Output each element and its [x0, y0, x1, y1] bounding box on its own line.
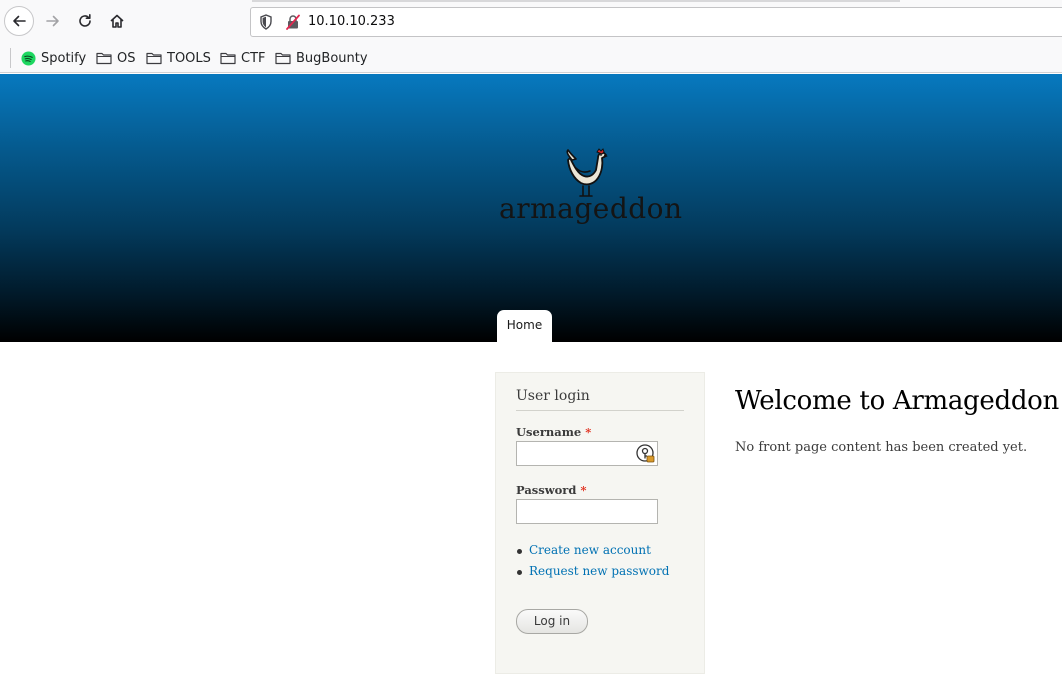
bookmarks-separator: [10, 48, 11, 68]
bookmark-tools[interactable]: TOOLS: [146, 49, 211, 67]
insecure-lock-icon[interactable]: [285, 14, 301, 30]
list-item: Create new account: [516, 543, 669, 564]
bookmark-bugbounty[interactable]: BugBounty: [275, 49, 368, 67]
reload-icon: [79, 14, 91, 27]
url-bar[interactable]: 10.10.10.233: [250, 7, 1062, 37]
bookmark-os[interactable]: OS: [96, 49, 135, 67]
bookmark-label: OS: [117, 50, 136, 66]
password-label-text: Password: [516, 483, 577, 497]
bookmark-label: BugBounty: [296, 50, 368, 66]
arrow-right-icon: [46, 15, 59, 27]
username-label: Username *: [516, 425, 591, 439]
forward-button[interactable]: [38, 6, 68, 36]
bookmark-label: CTF: [241, 50, 266, 66]
bookmark-spotify[interactable]: Spotify: [21, 49, 86, 67]
folder-icon: [96, 52, 112, 65]
bookmarks-bar: Spotify OS TOOLS CTF BugBounty: [0, 42, 1062, 73]
required-marker: *: [580, 483, 587, 497]
home-button[interactable]: [102, 6, 132, 36]
folder-icon: [220, 52, 236, 65]
page-title: Welcome to Armageddon: [735, 386, 1059, 416]
login-button[interactable]: Log in: [516, 609, 588, 634]
password-manager-icon[interactable]: [636, 444, 656, 464]
required-marker: *: [585, 425, 592, 439]
username-label-text: Username: [516, 425, 582, 439]
back-button[interactable]: [4, 6, 34, 36]
page-body-text: No front page content has been created y…: [735, 440, 1028, 455]
shield-icon[interactable]: [259, 14, 273, 30]
site-name[interactable]: armageddon: [499, 192, 682, 225]
bookmark-label: TOOLS: [167, 50, 211, 66]
folder-icon: [146, 52, 162, 65]
spotify-icon: [21, 50, 36, 66]
bookmark-ctf[interactable]: CTF: [220, 49, 266, 67]
site-header: armageddon Home: [0, 74, 1062, 342]
list-item: Request new password: [516, 564, 669, 585]
reload-button[interactable]: [70, 6, 100, 36]
url-text[interactable]: 10.10.10.233: [308, 14, 395, 29]
home-icon: [110, 14, 124, 28]
tab-strip-edge: [252, 0, 900, 2]
bullet: [517, 570, 522, 575]
password-input[interactable]: [516, 499, 658, 524]
folder-icon: [275, 52, 291, 65]
bookmark-label: Spotify: [41, 50, 87, 66]
login-block-title: User login: [516, 388, 684, 411]
username-input[interactable]: [516, 441, 658, 466]
arrow-left-icon: [13, 15, 26, 27]
request-password-link[interactable]: Request new password: [529, 564, 669, 578]
create-account-link[interactable]: Create new account: [529, 543, 651, 557]
bullet: [517, 549, 522, 554]
browser-toolbar: 10.10.10.233: [0, 0, 1062, 42]
tab-home[interactable]: Home: [497, 310, 552, 342]
user-login-block: User login Username * Password * Create …: [495, 372, 705, 674]
password-label: Password *: [516, 483, 586, 497]
login-links: Create new account Request new password: [516, 543, 669, 585]
